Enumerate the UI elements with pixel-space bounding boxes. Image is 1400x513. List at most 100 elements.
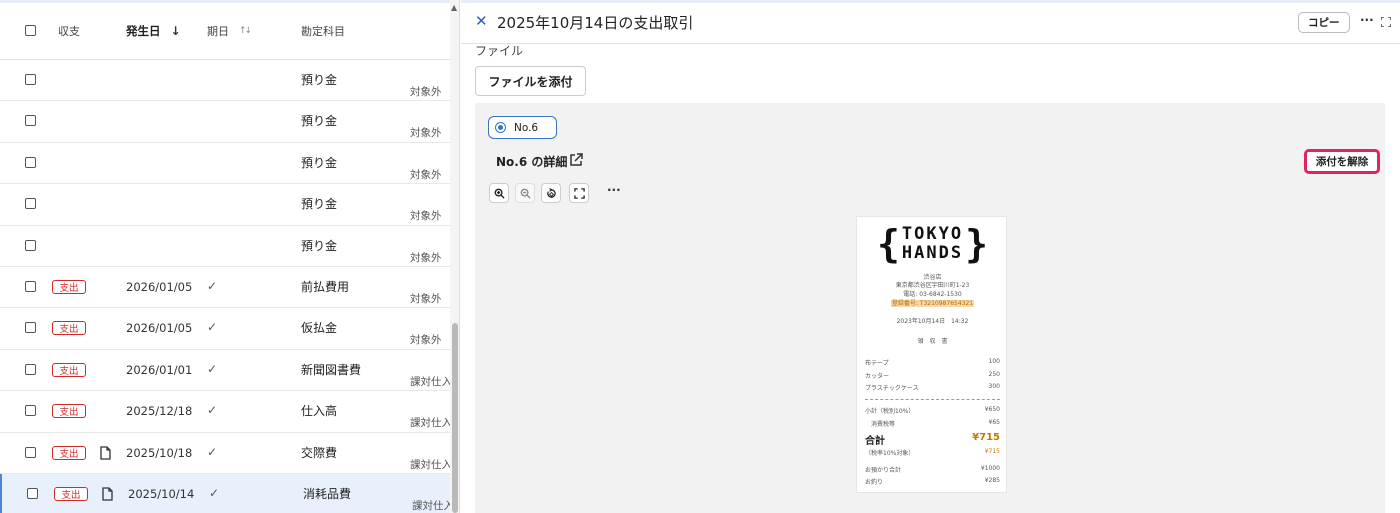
radio-selected-icon (495, 122, 506, 133)
fit-screen-button[interactable] (569, 183, 589, 203)
more-tools-icon[interactable]: ··· (607, 183, 621, 197)
row-account: 預り金 (301, 238, 338, 253)
table-row[interactable]: 預り金対象外 (0, 184, 450, 226)
receipt-item: プラスチックケース 300 (865, 383, 1000, 392)
row-checkbox[interactable] (25, 322, 36, 334)
table-row[interactable]: 預り金 対象外 (0, 143, 450, 185)
table-header: 収支 発生日 ↓ 期日 ↑↓ 勘定科目 (0, 3, 459, 60)
fit-screen-icon (573, 187, 585, 199)
receipt-doc-type: 領 収 書 (917, 338, 948, 345)
header-date[interactable]: 発生日 ↓ (126, 23, 181, 39)
table-row[interactable]: 支出 2025/10/14 ✓ 消耗品費 課対仕入 (0, 473, 454, 513)
radio-label: No.6 (514, 121, 539, 134)
rotate-icon (546, 187, 556, 198)
row-date: 2026/01/05 (126, 279, 193, 294)
table-row[interactable]: 支出 2025/10/18 ✓ 交際費 課対仕入 (0, 433, 452, 474)
receipt-subtotal: 小計（税別10%） ¥650 (865, 406, 1000, 415)
receipt-phone: 電話: 03-6842-1530 (903, 291, 962, 298)
table-row[interactable]: 預り金 対象外 (0, 226, 450, 267)
header-kind[interactable]: 収支 (58, 23, 80, 39)
brace-right: } (965, 222, 988, 266)
row-account: 消耗品費 (303, 486, 352, 501)
row-tax: 対象外 (410, 210, 442, 223)
attachment-radio-no6[interactable]: No.6 (488, 116, 557, 139)
receipt-logo: { TOKYO HANDS } (857, 222, 1008, 266)
receipt-datetime: 2023年10月14日 14:32 (896, 318, 969, 325)
status-badge: 支出 (52, 445, 86, 460)
row-tax: 対象外 (410, 292, 442, 305)
row-tax: 課対仕入 (410, 375, 452, 388)
table-body: 預り金 対象外 預り金 対象外 預り金 対象外 預り金 対象外 預り金 対象外 支出 2026/01/… (0, 60, 454, 513)
expand-icon[interactable] (1381, 17, 1391, 27)
attachment-detail-title: No.6 の詳細 (496, 155, 568, 169)
brace-left: { (877, 222, 900, 266)
row-tax: 対象外 (410, 86, 442, 98)
detach-button[interactable]: 添付を解除 (1304, 149, 1380, 174)
arrow-down-icon[interactable]: ↓ (171, 24, 181, 38)
table-row[interactable]: 支出 2026/01/05 ✓ 前払費用対象外 (0, 267, 450, 309)
attach-file-button[interactable]: ファイルを添付 (475, 66, 586, 96)
row-checkbox[interactable] (25, 198, 36, 210)
row-checkbox[interactable] (25, 239, 36, 251)
row-tax: 課対仕入 (412, 499, 454, 512)
row-checkbox[interactable] (25, 446, 36, 458)
zoom-out-icon (520, 188, 531, 199)
more-icon[interactable]: ··· (1360, 13, 1374, 27)
receipt-registration: 登録番号: T3210987654321 (890, 300, 975, 307)
file-section-label: ファイル (475, 44, 524, 58)
panel-title: 2025年10月14日の支出取引 (497, 14, 694, 32)
row-date: 2026/01/05 (126, 321, 193, 336)
brand-line1: TOKYO (901, 224, 964, 244)
row-date: 2025/12/18 (126, 404, 193, 419)
check-icon: ✓ (207, 278, 218, 293)
row-checkbox[interactable] (25, 405, 36, 417)
header-account[interactable]: 勘定科目 (301, 23, 345, 39)
detail-panel: ✕ 2025年10月14日の支出取引 コピー ··· ファイル ファイルを添付 … (461, 0, 1400, 513)
row-checkbox[interactable] (25, 363, 36, 375)
select-all-checkbox[interactable] (25, 25, 36, 36)
row-account: 預り金 (301, 73, 338, 87)
list-scrollbar[interactable]: ▲ (450, 0, 459, 513)
row-date: 2025/10/18 (126, 445, 193, 460)
row-checkbox[interactable] (25, 74, 36, 85)
table-row[interactable]: 預り金対象外 (0, 60, 450, 102)
check-icon: ✓ (207, 444, 218, 459)
scroll-thumb[interactable] (452, 323, 458, 513)
table-row[interactable]: 預り金 対象外 (0, 101, 450, 143)
copy-button[interactable]: コピー (1298, 12, 1350, 33)
receipt-registration-wrap: 登録番号: T3210987654321 (857, 299, 1008, 308)
row-checkbox[interactable] (25, 156, 36, 168)
row-checkbox[interactable] (25, 115, 36, 127)
header-due-label: 期日 (207, 25, 229, 38)
sort-icon[interactable]: ↑↓ (239, 26, 252, 36)
row-account: 前払費用 (301, 279, 350, 294)
document-icon[interactable] (100, 445, 111, 460)
row-account: 新聞図書費 (301, 362, 362, 377)
external-link-icon[interactable] (569, 153, 583, 167)
status-badge: 支出 (52, 279, 86, 294)
panel-scrollbar[interactable] (1385, 44, 1400, 513)
transaction-list: 収支 発生日 ↓ 期日 ↑↓ 勘定科目 預り金 対象外 預り金 対象外 預り金 対象外 預り… (0, 0, 460, 513)
close-icon[interactable]: ✕ (475, 12, 488, 30)
row-checkbox[interactable] (27, 487, 38, 499)
receipt-address: 東京都渋谷区宇田川町1-23 (895, 282, 970, 289)
zoom-out-button[interactable] (515, 183, 535, 203)
scroll-up-icon[interactable]: ▲ (451, 3, 457, 12)
row-account: 預り金 (301, 155, 338, 170)
table-row[interactable]: 支出 2026/01/05 ✓ 仮払金 対象外 (0, 308, 450, 350)
zoom-in-button[interactable] (489, 183, 509, 203)
row-account: 仮払金 (301, 321, 338, 336)
status-badge: 支出 (52, 404, 86, 419)
table-row[interactable]: 支出 2026/01/01 ✓ 新聞図書費 課対仕入 (0, 350, 452, 392)
row-account: 預り金 (301, 197, 338, 212)
check-icon: ✓ (207, 403, 218, 418)
row-checkbox[interactable] (25, 280, 36, 292)
header-due[interactable]: 期日 ↑↓ (207, 23, 252, 39)
table-row[interactable]: 支出 2025/12/18 ✓ 仕入高 課対仕入 (0, 391, 452, 433)
status-badge: 支出 (52, 362, 86, 377)
rotate-button[interactable] (541, 183, 561, 203)
check-icon: ✓ (209, 485, 220, 500)
document-icon[interactable] (102, 487, 113, 501)
row-tax: 対象外 (410, 127, 442, 140)
receipt-separator (865, 399, 1000, 400)
